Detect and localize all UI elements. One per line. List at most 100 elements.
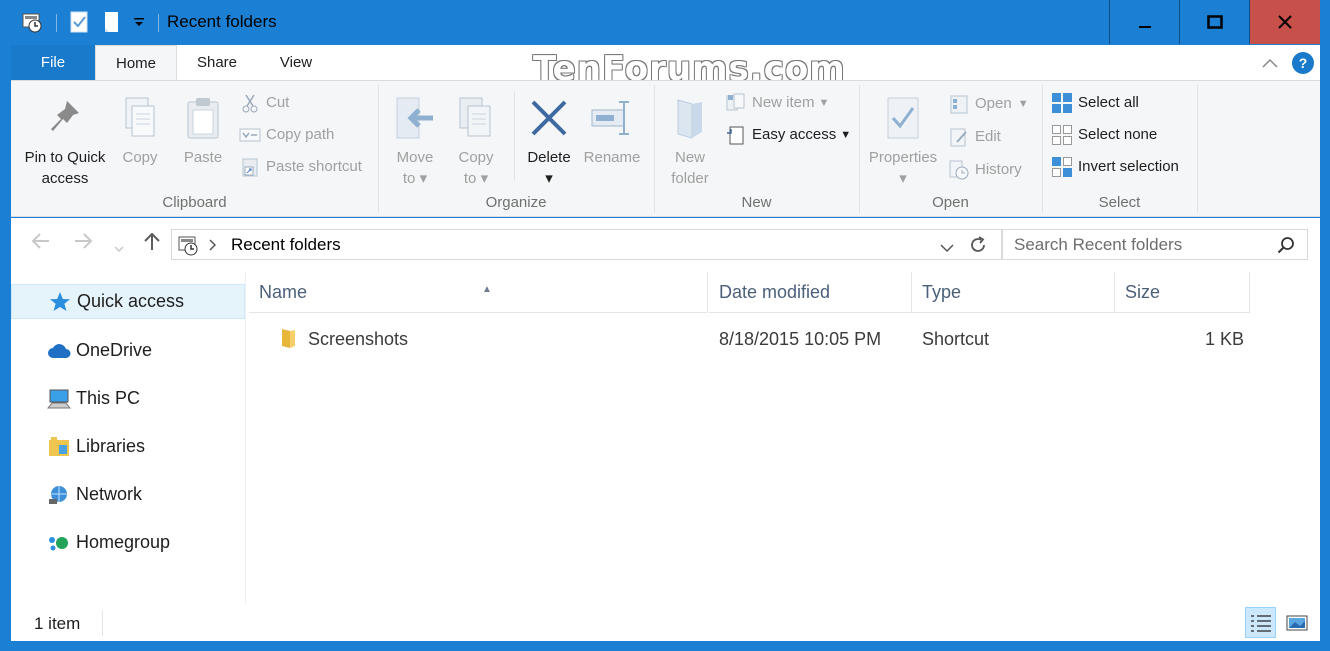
paste-shortcut-button[interactable]: Paste shortcut	[239, 156, 362, 178]
large-icons-view-icon	[1286, 614, 1308, 632]
tab-file[interactable]: File	[11, 45, 95, 80]
file-size: 1 KB	[1205, 329, 1244, 350]
item-count: 1 item	[34, 614, 80, 634]
new-item-label: New item	[752, 92, 815, 114]
copy-path-button[interactable]: Copy path	[239, 124, 334, 146]
nav-label: Quick access	[77, 291, 184, 312]
easy-access-button[interactable]: Easy access ▼	[725, 124, 851, 146]
open-label: Open	[975, 93, 1012, 115]
paste-label: Paste	[177, 147, 229, 168]
search-icon[interactable]	[1277, 236, 1295, 259]
recent-locations-button[interactable]	[114, 236, 124, 259]
new-item-button[interactable]: New item ▼	[725, 92, 829, 114]
minimize-button[interactable]	[1109, 0, 1179, 44]
new-item-icon	[725, 93, 747, 113]
forward-button[interactable]	[74, 232, 94, 256]
new-group-label: New	[654, 194, 859, 211]
help-icon[interactable]: ?	[1292, 52, 1314, 74]
clipboard-group-label: Clipboard	[11, 194, 378, 211]
up-button[interactable]	[143, 231, 161, 257]
edit-label: Edit	[975, 126, 1001, 148]
maximize-icon	[1207, 15, 1223, 29]
breadcrumb-recent-folders[interactable]: Recent folders	[231, 235, 341, 255]
tab-home[interactable]: Home	[95, 45, 177, 81]
file-name: Screenshots	[308, 329, 408, 350]
minimize-ribbon-button[interactable]	[1262, 55, 1278, 71]
cloud-icon	[47, 340, 71, 362]
back-arrow-icon	[30, 232, 50, 250]
column-header-name[interactable]: ▲ Name	[249, 272, 708, 313]
properties-checkmark-icon	[881, 93, 925, 143]
pane-splitter[interactable]	[245, 272, 246, 604]
file-list: ▲ Name Date modified Type Size Screensho…	[249, 272, 1320, 604]
recent-folders-icon	[177, 234, 199, 261]
cut-button[interactable]: Cut	[239, 92, 289, 114]
large-icons-view-button[interactable]	[1281, 607, 1312, 638]
copy-path-icon	[239, 125, 261, 145]
select-all-label: Select all	[1078, 92, 1139, 114]
pin-label-line2: access	[19, 168, 111, 189]
select-group-label: Select	[1042, 194, 1197, 211]
nav-item-onedrive[interactable]: OneDrive	[11, 333, 245, 368]
pin-to-quick-access-button[interactable]: Pin to Quick access	[19, 93, 111, 189]
nav-item-libraries[interactable]: Libraries	[11, 429, 245, 464]
breadcrumb-chevron-icon[interactable]	[208, 238, 216, 256]
close-button[interactable]	[1249, 0, 1320, 44]
back-button[interactable]	[30, 232, 50, 256]
sort-ascending-icon: ▲	[482, 269, 492, 310]
nav-item-homegroup[interactable]: Homegroup	[11, 525, 245, 560]
copy-to-label-text: to	[464, 170, 477, 187]
details-view-button[interactable]	[1245, 607, 1276, 638]
move-to-label-line2: to ▾	[389, 168, 441, 189]
up-arrow-icon	[143, 231, 161, 251]
recent-folders-icon[interactable]	[20, 10, 44, 34]
column-header-type[interactable]: Type	[912, 272, 1115, 313]
edit-icon	[948, 127, 970, 147]
column-label: Name	[259, 282, 307, 302]
close-icon	[1278, 15, 1292, 29]
button-separator	[514, 91, 515, 181]
toolbar-separator	[158, 14, 159, 32]
rename-button[interactable]: Rename	[581, 93, 643, 168]
copy-label: Copy	[115, 147, 165, 168]
select-none-button[interactable]: Select none	[1051, 124, 1157, 146]
refresh-icon[interactable]	[968, 235, 988, 260]
tab-view[interactable]: View	[259, 45, 333, 80]
column-header-date-modified[interactable]: Date modified	[709, 272, 912, 313]
file-explorer-window: Recent folders File Home Share View TenF…	[0, 0, 1330, 651]
libraries-icon	[47, 436, 71, 458]
address-dropdown-icon[interactable]	[940, 240, 954, 258]
customize-dropdown-icon[interactable]	[127, 10, 151, 34]
nav-item-network[interactable]: Network	[11, 477, 245, 512]
address-bar[interactable]: Recent folders	[171, 229, 1002, 260]
edit-button[interactable]: Edit	[948, 126, 1001, 148]
copy-to-button[interactable]: Copy to ▾	[451, 93, 501, 189]
network-icon	[47, 484, 71, 506]
organize-group-label: Organize	[378, 194, 654, 211]
tab-share[interactable]: Share	[181, 45, 253, 80]
new-folder-button[interactable]: New folder	[665, 93, 715, 189]
history-button[interactable]: History	[948, 159, 1022, 181]
table-row[interactable]: Screenshots 8/18/2015 10:05 PM Shortcut …	[249, 318, 1250, 358]
paste-button[interactable]: Paste	[177, 93, 229, 168]
column-header-size[interactable]: Size	[1115, 272, 1250, 313]
chevron-up-icon	[1262, 58, 1278, 68]
properties-button[interactable]: Properties ▾	[865, 93, 941, 189]
move-to-button[interactable]: Move to ▾	[389, 93, 441, 189]
file-type: Shortcut	[922, 329, 989, 350]
maximize-button[interactable]	[1179, 0, 1249, 44]
toolbar-separator	[56, 14, 57, 32]
invert-selection-button[interactable]: Invert selection	[1051, 156, 1179, 178]
search-input[interactable]: Search Recent folders	[1014, 235, 1182, 255]
search-box[interactable]: Search Recent folders	[1002, 229, 1308, 260]
delete-button[interactable]: Delete ▾	[523, 93, 575, 189]
new-folder-icon[interactable]	[99, 10, 123, 34]
easy-access-label: Easy access	[752, 124, 836, 146]
nav-item-this-pc[interactable]: This PC	[11, 381, 245, 416]
nav-item-quick-access[interactable]: Quick access	[11, 284, 245, 319]
properties-icon[interactable]	[67, 10, 91, 34]
history-icon	[948, 160, 970, 180]
open-button[interactable]: Open ▼	[948, 93, 1029, 115]
copy-button[interactable]: Copy	[115, 93, 165, 168]
select-all-button[interactable]: Select all	[1051, 92, 1139, 114]
